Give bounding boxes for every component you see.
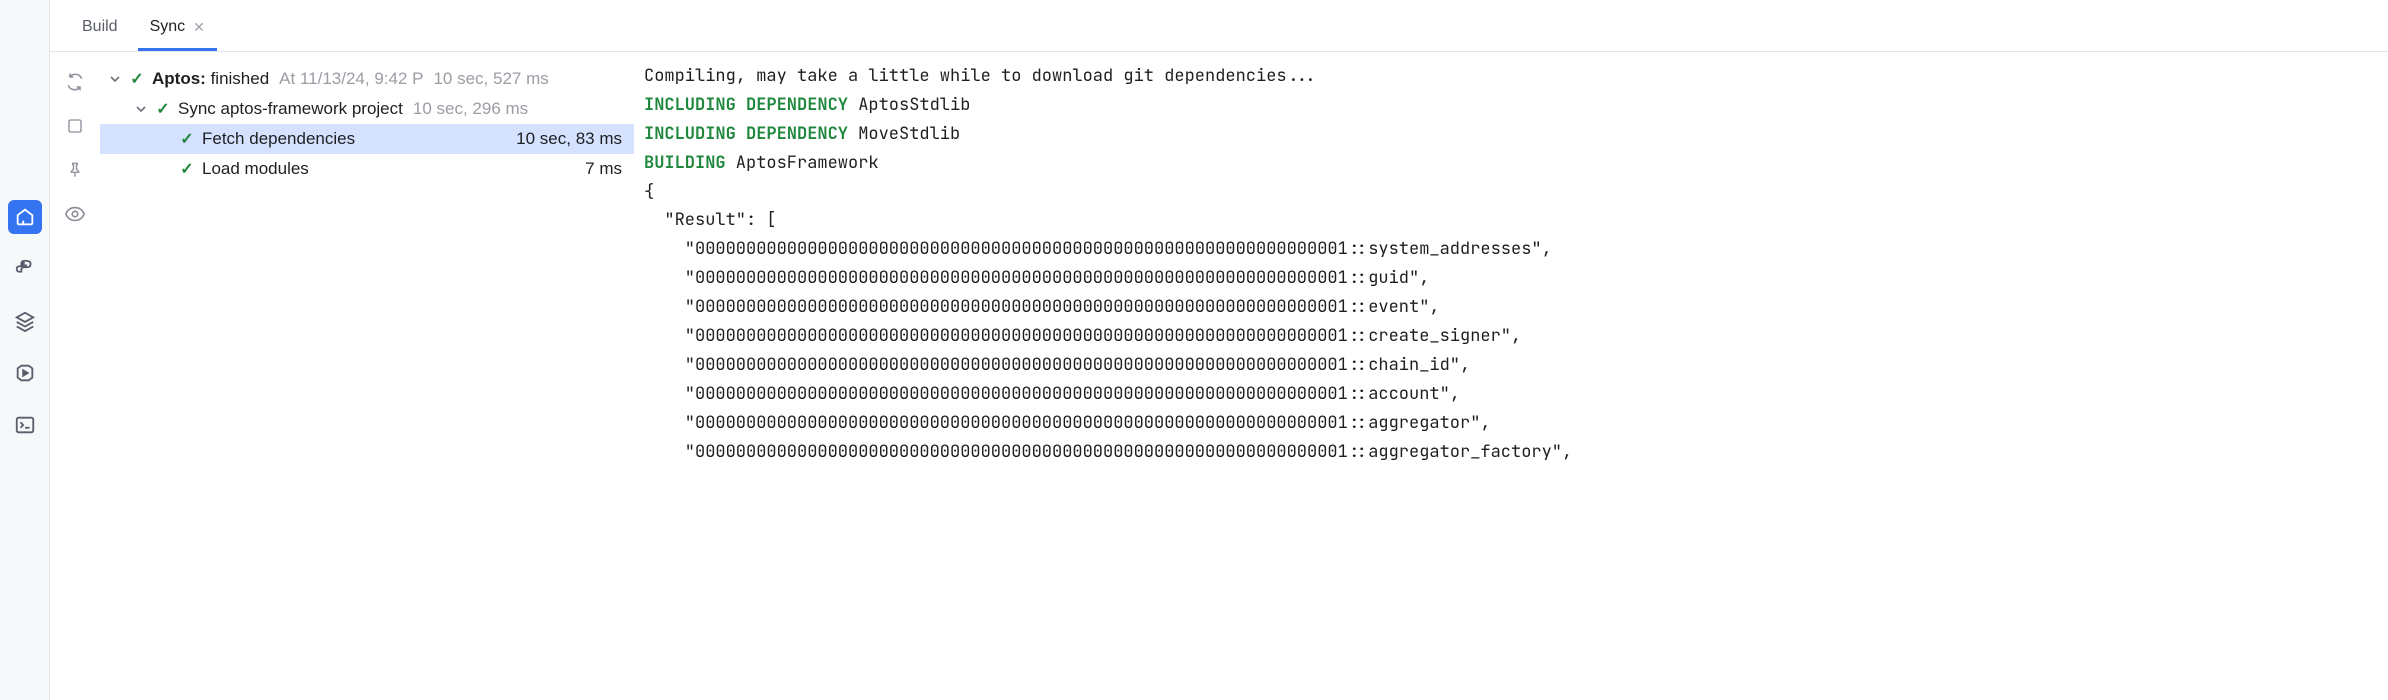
tree-root-timestamp: At 11/13/24, 9:42 P [279, 69, 423, 89]
tab-build[interactable]: Build [70, 6, 130, 51]
console-keyword: INCLUDING DEPENDENCY [644, 123, 848, 145]
console-dep: MoveStdlib [848, 123, 960, 145]
check-icon: ✓ [128, 69, 146, 89]
tab-sync[interactable]: Sync ✕ [138, 6, 217, 51]
tree-fetch-duration: 10 sec, 83 ms [516, 129, 634, 149]
console-dep: AptosStdlib [848, 94, 970, 116]
tree-load-label: Load modules [202, 159, 309, 179]
left-sidebar [0, 0, 50, 700]
console-line: { [644, 181, 654, 203]
refresh-icon[interactable] [61, 68, 89, 96]
tree-row-root[interactable]: ✓ Aptos: finished At 11/13/24, 9:42 P 10… [100, 64, 634, 94]
tree-row-load-modules[interactable]: ✓ Load modules 7 ms [100, 154, 634, 184]
check-icon: ✓ [178, 129, 196, 149]
tree-sync-label: Sync aptos-framework project [178, 99, 403, 119]
console-line: "000000000000000000000000000000000000000… [644, 325, 1521, 347]
tree-root-label: Aptos: finished [152, 69, 269, 89]
check-icon: ✓ [178, 159, 196, 179]
console-line: "000000000000000000000000000000000000000… [644, 383, 1460, 405]
check-icon: ✓ [154, 99, 172, 119]
stack-icon[interactable] [8, 304, 42, 338]
console-line: "000000000000000000000000000000000000000… [644, 238, 1552, 260]
python-icon[interactable] [8, 252, 42, 286]
build-tree: ✓ Aptos: finished At 11/13/24, 9:42 P 10… [100, 52, 634, 700]
console-line: "000000000000000000000000000000000000000… [644, 354, 1470, 376]
console-line: "000000000000000000000000000000000000000… [644, 267, 1429, 289]
console-line: "000000000000000000000000000000000000000… [644, 296, 1440, 318]
eye-icon[interactable] [61, 200, 89, 228]
tree-fetch-label: Fetch dependencies [202, 129, 355, 149]
close-icon[interactable]: ✕ [193, 19, 205, 36]
console-line: "000000000000000000000000000000000000000… [644, 412, 1491, 434]
tree-load-duration: 7 ms [585, 159, 634, 179]
chevron-down-icon[interactable] [108, 73, 122, 85]
tree-row-fetch-dependencies[interactable]: ✓ Fetch dependencies 10 sec, 83 ms [100, 124, 634, 154]
tab-sync-label: Sync [150, 18, 186, 36]
tree-sync-duration: 10 sec, 296 ms [413, 99, 528, 119]
build-icon[interactable] [8, 200, 42, 234]
console-line: "000000000000000000000000000000000000000… [644, 441, 1572, 463]
tabs-bar: Build Sync ✕ [50, 0, 2388, 52]
console-keyword: BUILDING [644, 152, 726, 174]
pin-icon[interactable] [61, 156, 89, 184]
tree-toolbar [50, 52, 100, 700]
content-area: ✓ Aptos: finished At 11/13/24, 9:42 P 10… [50, 52, 2388, 700]
tree-row-sync-project[interactable]: ✓ Sync aptos-framework project 10 sec, 2… [100, 94, 634, 124]
console-line: Compiling, may take a little while to do… [644, 65, 1317, 87]
console-building-target: AptosFramework [726, 152, 879, 174]
tab-build-label: Build [82, 18, 118, 36]
stop-icon[interactable] [61, 112, 89, 140]
tree-root-duration: 10 sec, 527 ms [433, 69, 548, 89]
console-keyword: INCLUDING DEPENDENCY [644, 94, 848, 116]
run-icon[interactable] [8, 356, 42, 390]
chevron-down-icon[interactable] [134, 103, 148, 115]
console-output[interactable]: Compiling, may take a little while to do… [634, 52, 2388, 700]
main-area: Build Sync ✕ ✓ [50, 0, 2388, 700]
terminal-icon[interactable] [8, 408, 42, 442]
console-line: "Result": [ [644, 209, 777, 231]
